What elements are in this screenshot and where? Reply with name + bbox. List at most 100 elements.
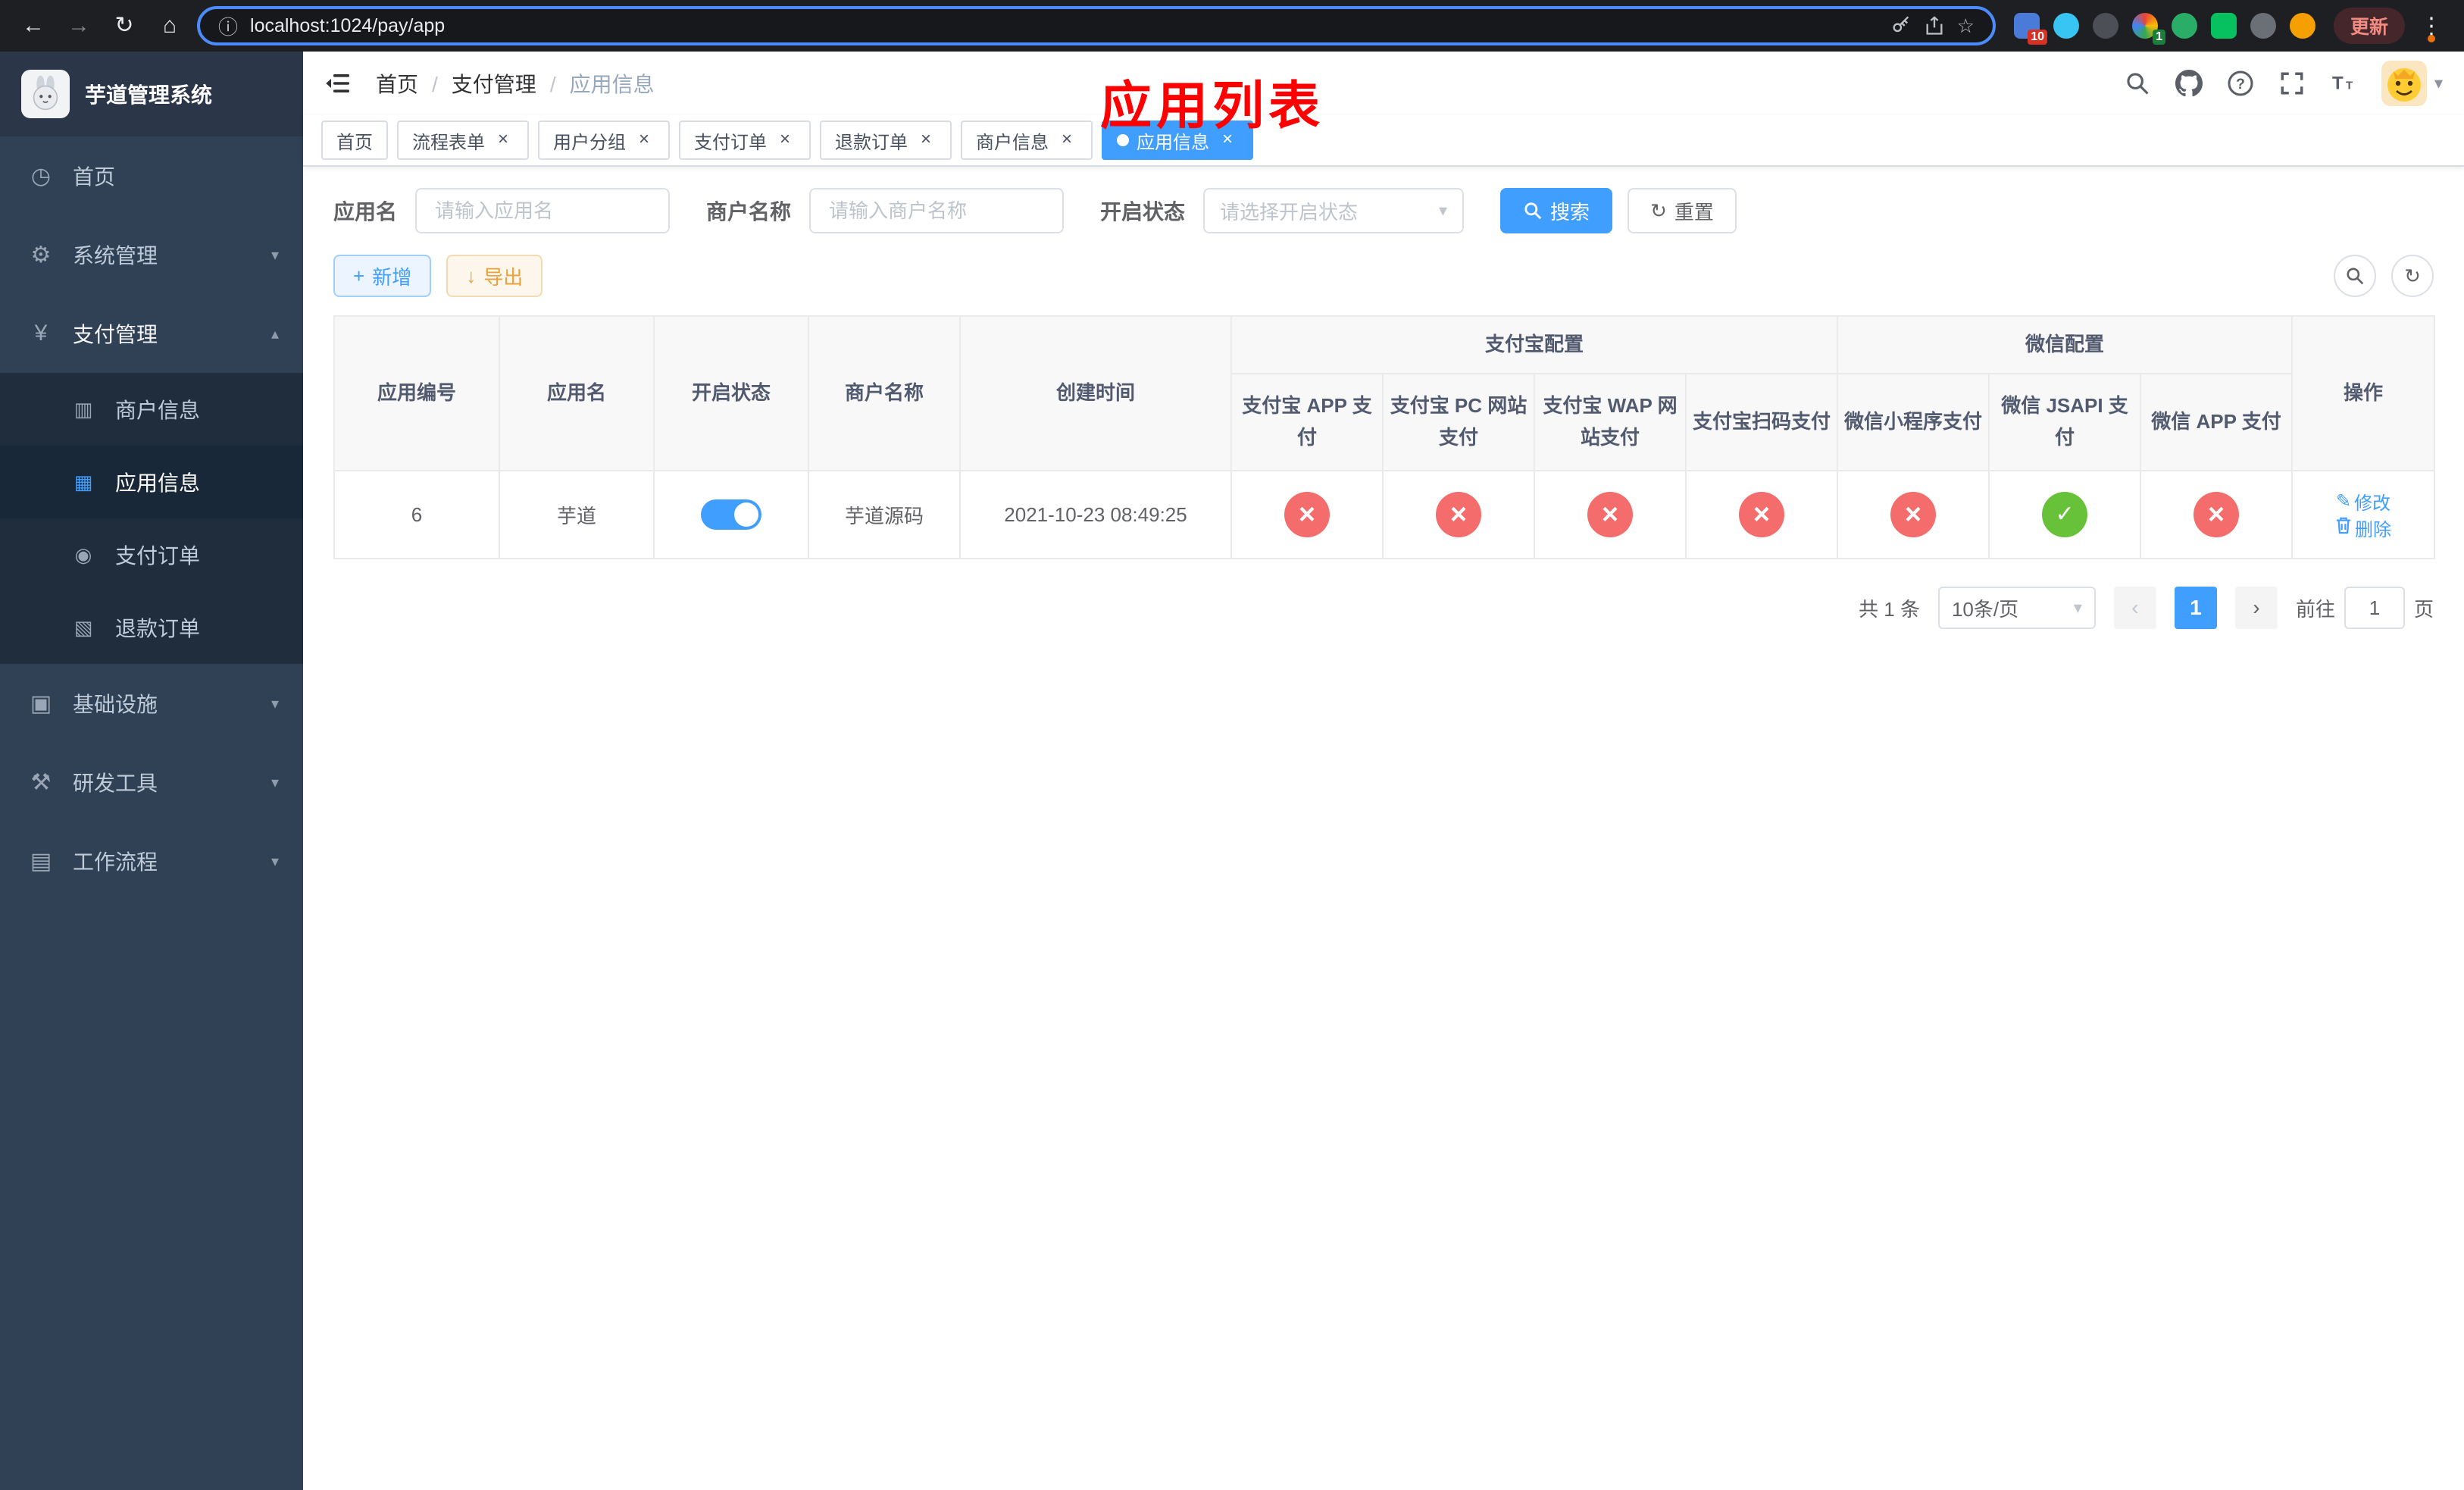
sidebar-logo-row[interactable]: 芋道管理系统 [0,52,303,136]
close-icon[interactable]: × [774,130,796,151]
github-icon[interactable] [2175,70,2203,97]
extension-icon[interactable] [2053,13,2079,39]
toggle-search-button[interactable] [2334,255,2376,297]
edit-button[interactable]: ✎ 修改 [2336,488,2391,515]
sidebar-item-workflow[interactable]: ▤ 工作流程 ▾ [0,822,303,900]
search-button[interactable]: 搜索 [1500,188,1613,233]
extension-icon[interactable] [2092,13,2118,39]
navbar-actions: ? TT ▾ [2124,61,2443,106]
share-icon[interactable] [1924,15,1945,36]
next-page-button[interactable]: › [2234,587,2278,629]
refresh-table-button[interactable]: ↻ [2391,255,2434,297]
col-header-id: 应用编号 [333,315,500,471]
search-button-label: 搜索 [1550,200,1590,224]
tab-app-info[interactable]: 应用信息 × [1102,121,1253,160]
breadcrumb-home[interactable]: 首页 [376,68,452,99]
chevron-down-icon: ▾ [270,695,279,712]
extension-icon[interactable]: 1 [2131,13,2165,45]
delete-button[interactable]: 删除 [2335,515,2391,541]
close-icon[interactable]: × [1056,130,1077,151]
status-cross-icon [1890,492,1937,537]
app-name-input[interactable] [415,188,671,233]
cell-alipay-pc [1382,470,1535,559]
sidebar-item-system[interactable]: ⚙ 系统管理 ▾ [0,215,303,294]
download-icon: ↓ [466,264,477,287]
sidebar-item-merchant-info[interactable]: ▥ 商户信息 [0,373,303,446]
goto-page-input[interactable] [2344,587,2405,629]
help-icon[interactable]: ? [2227,70,2254,97]
page-number-button[interactable]: 1 [2174,587,2217,629]
sidebar-toggle-icon[interactable] [324,68,355,99]
browser-menu-icon[interactable]: ⋮ [2414,13,2449,39]
close-icon[interactable]: × [1217,130,1238,151]
sidebar-item-app-info[interactable]: ▦ 应用信息 [0,446,303,518]
extension-icon[interactable] [2250,13,2276,39]
extension-icon[interactable]: 10 [2013,13,2047,45]
cell-wechat-app [2140,470,2294,559]
cell-alipay-qr [1684,470,1839,559]
avatar[interactable] [2381,61,2427,106]
close-icon[interactable]: × [915,130,937,151]
chevron-up-icon: ▴ [270,325,279,343]
edit-label: 修改 [2354,493,2391,514]
search-icon[interactable] [2124,70,2151,97]
chevron-down-icon: ▾ [2073,598,2082,617]
password-key-icon[interactable] [1890,15,1912,36]
page-size-select[interactable]: 10条/页 ▾ [1937,587,2096,629]
status-label: 开启状态 [1100,200,1186,224]
tab-label: 流程表单 [412,132,485,153]
close-icon[interactable]: × [492,130,514,151]
tab-user-group[interactable]: 用户分组 × [538,121,670,160]
chevron-down-icon: ▾ [2434,74,2443,92]
merchant-name-input[interactable] [809,188,1065,233]
browser-forward-icon[interactable]: → [61,8,97,44]
cell-app-name: 芋道 [499,470,655,559]
font-size-icon[interactable]: TT [2330,70,2357,97]
col-header-status: 开启状态 [653,315,809,471]
cell-alipay-wap [1534,470,1687,559]
close-icon[interactable]: × [633,130,655,151]
breadcrumb-payment[interactable]: 支付管理 [452,68,570,99]
tab-process-form[interactable]: 流程表单 × [397,121,529,160]
tab-home[interactable]: 首页 [321,121,388,160]
tab-refund-orders[interactable]: 退款订单 × [820,121,952,160]
site-info-icon[interactable]: ⓘ [218,12,238,40]
trash-icon [2335,516,2352,540]
filter-app-name: 应用名 [333,188,671,233]
extension-badge: 1 [2153,30,2165,45]
sidebar-item-pay-orders[interactable]: ◉ 支付订单 [0,518,303,591]
tab-pay-orders[interactable]: 支付订单 × [679,121,811,160]
fullscreen-icon[interactable] [2278,70,2306,97]
sidebar-item-home[interactable]: ◷ 首页 [0,136,303,215]
screen: ← → ↻ ⌂ ⓘ localhost:1024/pay/app ☆ 10 1 [0,0,2464,1490]
extension-icon[interactable] [2289,13,2315,39]
sidebar-item-refund-orders[interactable]: ▧ 退款订单 [0,591,303,664]
sidebar-item-payment[interactable]: ¥ 支付管理 ▴ [0,294,303,373]
user-menu[interactable]: ▾ [2381,61,2443,106]
browser-back-icon[interactable]: ← [15,8,52,44]
address-bar[interactable]: ⓘ localhost:1024/pay/app ☆ [197,6,1996,45]
cell-status [653,470,809,559]
status-toggle[interactable] [701,499,761,530]
status-select[interactable]: 请选择开启状态 ▾ [1203,188,1465,233]
extension-icon[interactable] [2210,13,2237,39]
reset-button[interactable]: ↻ 重置 [1628,188,1737,233]
sidebar-item-dev-tools[interactable]: ⚒ 研发工具 ▾ [0,743,303,822]
add-button[interactable]: + 新增 [333,255,432,297]
browser-home-icon[interactable]: ⌂ [152,8,188,44]
export-button[interactable]: ↓ 导出 [446,255,543,297]
sidebar-item-infrastructure[interactable]: ▣ 基础设施 ▾ [0,664,303,743]
tab-merchant-info[interactable]: 商户信息 × [961,121,1093,160]
browser-reload-icon[interactable]: ↻ [106,8,142,44]
extension-icon[interactable] [2171,13,2197,39]
prev-page-button[interactable]: ‹ [2113,587,2156,629]
bookmark-star-icon[interactable]: ☆ [1957,14,1975,38]
chevron-down-icon: ▾ [1439,201,1448,220]
svg-text:T: T [2332,74,2344,94]
svg-text:?: ? [2236,76,2245,92]
app-name-label: 应用名 [333,200,398,224]
url-text[interactable]: localhost:1024/pay/app [250,15,1878,37]
browser-update-button[interactable]: 更新 [2333,8,2405,44]
chevron-down-icon: ▾ [270,774,279,791]
chevron-down-icon: ▾ [270,246,279,264]
